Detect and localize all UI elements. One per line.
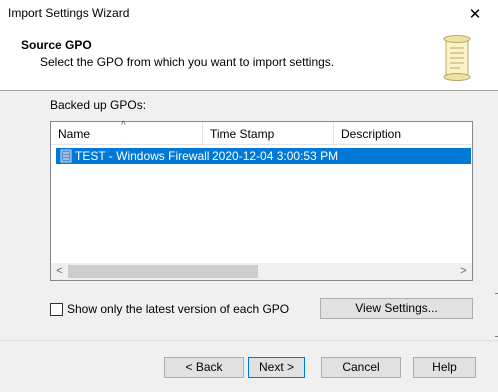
column-header-timestamp[interactable]: Time Stamp <box>203 122 334 144</box>
gpo-list[interactable]: Name ^ Time Stamp Description TEST - Win… <box>50 121 473 281</box>
scroll-icon <box>443 35 471 81</box>
sort-ascending-icon: ^ <box>121 120 126 131</box>
column-header-name[interactable]: Name ^ <box>51 120 203 144</box>
list-header: Name ^ Time Stamp Description <box>51 120 472 145</box>
page-title: Source GPO <box>21 38 92 52</box>
window-title: Import Settings Wizard <box>8 6 130 20</box>
wizard-content: Backed up GPOs: Name ^ Time Stamp Descri… <box>0 91 498 392</box>
scroll-right-button[interactable]: > <box>455 263 472 280</box>
title-bar: Import Settings Wizard ✕ <box>0 0 498 28</box>
close-button[interactable]: ✕ <box>452 0 498 28</box>
latest-only-label: Show only the latest version of each GPO <box>67 302 290 316</box>
help-button[interactable]: Help <box>413 357 476 378</box>
next-button[interactable]: Next > <box>248 357 305 378</box>
footer-divider <box>0 340 498 341</box>
cancel-button[interactable]: Cancel <box>321 357 401 378</box>
column-description-label: Description <box>341 127 402 141</box>
gpo-backup-icon <box>60 149 72 163</box>
gpo-timestamp-cell: 2020-12-04 3:00:53 PM <box>212 149 339 163</box>
latest-only-checkbox[interactable] <box>50 302 63 316</box>
scrollbar-thumb[interactable] <box>68 265 258 278</box>
horizontal-scrollbar[interactable]: < > <box>51 263 472 280</box>
backed-up-gpos-label: Backed up GPOs: <box>50 98 147 112</box>
view-settings-button[interactable]: View Settings... <box>320 298 473 319</box>
column-timestamp-label: Time Stamp <box>210 127 275 141</box>
gpo-name-cell: TEST - Windows Firewall <box>75 149 210 163</box>
column-name-label: Name <box>58 127 91 141</box>
scroll-left-button[interactable]: < <box>51 263 68 280</box>
back-button[interactable]: < Back <box>164 357 244 378</box>
column-header-description[interactable]: Description <box>334 122 472 144</box>
list-item[interactable]: TEST - Windows Firewall 2020-12-04 3:00:… <box>56 148 471 164</box>
page-subtitle: Select the GPO from which you want to im… <box>40 55 335 69</box>
latest-only-option[interactable]: Show only the latest version of each GPO <box>50 302 289 316</box>
wizard-header: Source GPO Select the GPO from which you… <box>0 28 498 91</box>
